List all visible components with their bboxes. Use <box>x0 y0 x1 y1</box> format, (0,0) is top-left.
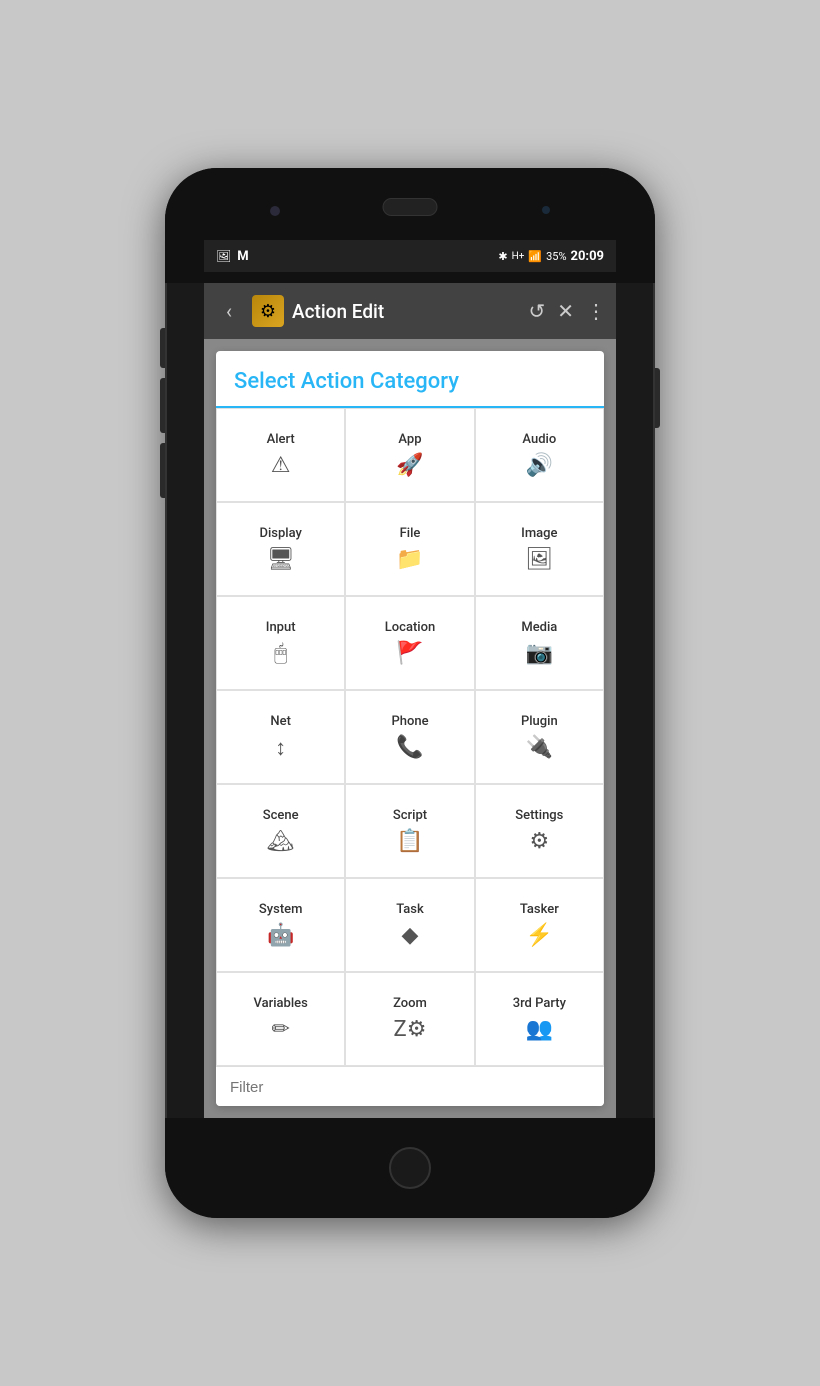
category-icon-settings: ⚙ <box>529 829 549 854</box>
category-label: System <box>259 902 303 917</box>
category-label: Display <box>259 526 301 541</box>
filter-bar <box>216 1066 604 1106</box>
category-item-net[interactable]: Net ↕ <box>216 690 345 784</box>
refresh-button[interactable]: ↺ <box>528 299 545 323</box>
category-icon-input: 🖱 <box>274 641 287 666</box>
category-icon-system: 🤖 <box>267 923 294 948</box>
category-item-audio[interactable]: Audio 🔊 <box>475 408 604 502</box>
category-icon-location: 🚩 <box>396 641 423 666</box>
app-bar: ‹ ⚙ Action Edit ↺ ✕ ⋮ <box>204 283 616 339</box>
category-label: Plugin <box>521 714 558 729</box>
category-icon-app: 🚀 <box>396 453 423 478</box>
earpiece-speaker <box>383 198 438 216</box>
category-label: Image <box>521 526 557 541</box>
category-item-scene[interactable]: Scene 🏔 <box>216 784 345 878</box>
category-item-script[interactable]: Script 📋 <box>345 784 474 878</box>
app-logo-icon: ⚙ <box>252 295 284 327</box>
filter-input[interactable] <box>230 1079 590 1096</box>
front-camera <box>270 206 280 216</box>
category-icon-script: 📋 <box>396 829 423 854</box>
category-label: Scene <box>263 808 299 823</box>
category-icon-scene: 🏔 <box>267 829 295 854</box>
category-item-tasker[interactable]: Tasker ⚡ <box>475 878 604 972</box>
back-button[interactable]: ‹ <box>214 296 244 326</box>
volume-silent-button[interactable] <box>160 328 165 368</box>
category-label: Input <box>266 620 296 635</box>
category-label: Location <box>385 620 435 635</box>
app-bar-actions: ↺ ✕ ⋮ <box>528 299 606 323</box>
phone-screen: 🖼 M ✱ H+ 📶 35% 20:09 ‹ ⚙ Action Edit ↺ ✕… <box>204 283 616 1118</box>
volume-up-button[interactable] <box>160 378 165 433</box>
category-label: 3rd Party <box>513 996 566 1011</box>
category-item-app[interactable]: App 🚀 <box>345 408 474 502</box>
category-label: Task <box>396 902 424 917</box>
category-icon-variables: ✏ <box>271 1017 289 1042</box>
category-item-alert[interactable]: Alert ⚠ <box>216 408 345 502</box>
category-item-system[interactable]: System 🤖 <box>216 878 345 972</box>
category-icon-plugin: 🔌 <box>526 735 553 760</box>
category-icon-phone: 📞 <box>396 735 423 760</box>
category-icon-tasker: ⚡ <box>526 923 553 948</box>
category-icon-task: ◆ <box>402 923 419 948</box>
close-button[interactable]: ✕ <box>557 299 574 323</box>
category-label: Phone <box>391 714 428 729</box>
bottom-bezel <box>165 1118 655 1218</box>
category-label: Media <box>521 620 557 635</box>
category-label: File <box>400 526 421 541</box>
category-item-phone[interactable]: Phone 📞 <box>345 690 474 784</box>
category-icon-image: 🖼 <box>525 547 553 572</box>
category-item-3rd-party[interactable]: 3rd Party 👥 <box>475 972 604 1066</box>
category-item-image[interactable]: Image 🖼 <box>475 502 604 596</box>
category-icon-3rd-party: 👥 <box>526 1017 553 1042</box>
phone-frame: 🖼 M ✱ H+ 📶 35% 20:09 ‹ ⚙ Action Edit ↺ ✕… <box>165 168 655 1218</box>
dialog-card: Select Action Category Alert ⚠ App 🚀 Audio 🔊 D… <box>216 351 604 1106</box>
category-label: Settings <box>515 808 563 823</box>
category-item-task[interactable]: Task ◆ <box>345 878 474 972</box>
category-item-file[interactable]: File 📁 <box>345 502 474 596</box>
volume-down-button[interactable] <box>160 443 165 498</box>
power-button[interactable] <box>655 368 660 428</box>
category-item-plugin[interactable]: Plugin 🔌 <box>475 690 604 784</box>
category-item-media[interactable]: Media 📷 <box>475 596 604 690</box>
category-icon-file: 📁 <box>396 547 423 572</box>
front-sensor <box>542 206 550 214</box>
category-icon-audio: 🔊 <box>526 453 553 478</box>
category-item-location[interactable]: Location 🚩 <box>345 596 474 690</box>
category-label: Audio <box>522 432 556 447</box>
category-label: Alert <box>267 432 295 447</box>
category-icon-zoom: Z⚙ <box>394 1017 427 1042</box>
category-icon-net: ↕ <box>275 735 286 761</box>
category-icon-display: 🖥 <box>267 547 295 572</box>
app-bar-title: Action Edit <box>292 300 520 323</box>
category-label: App <box>398 432 421 447</box>
category-label: Script <box>393 808 427 823</box>
category-item-settings[interactable]: Settings ⚙ <box>475 784 604 878</box>
home-button[interactable] <box>389 1147 431 1189</box>
category-grid: Alert ⚠ App 🚀 Audio 🔊 Display 🖥 File 📁 Image 🖼 Input… <box>216 408 604 1066</box>
category-item-display[interactable]: Display 🖥 <box>216 502 345 596</box>
category-label: Zoom <box>393 996 427 1011</box>
category-item-zoom[interactable]: Zoom Z⚙ <box>345 972 474 1066</box>
category-icon-alert: ⚠ <box>271 453 291 478</box>
category-label: Tasker <box>520 902 559 917</box>
category-label: Net <box>270 714 291 729</box>
category-item-variables[interactable]: Variables ✏ <box>216 972 345 1066</box>
category-item-input[interactable]: Input 🖱 <box>216 596 345 690</box>
category-label: Variables <box>254 996 308 1011</box>
category-icon-media: 📷 <box>526 641 553 666</box>
menu-button[interactable]: ⋮ <box>586 299 606 323</box>
dialog-title: Select Action Category <box>216 351 604 408</box>
